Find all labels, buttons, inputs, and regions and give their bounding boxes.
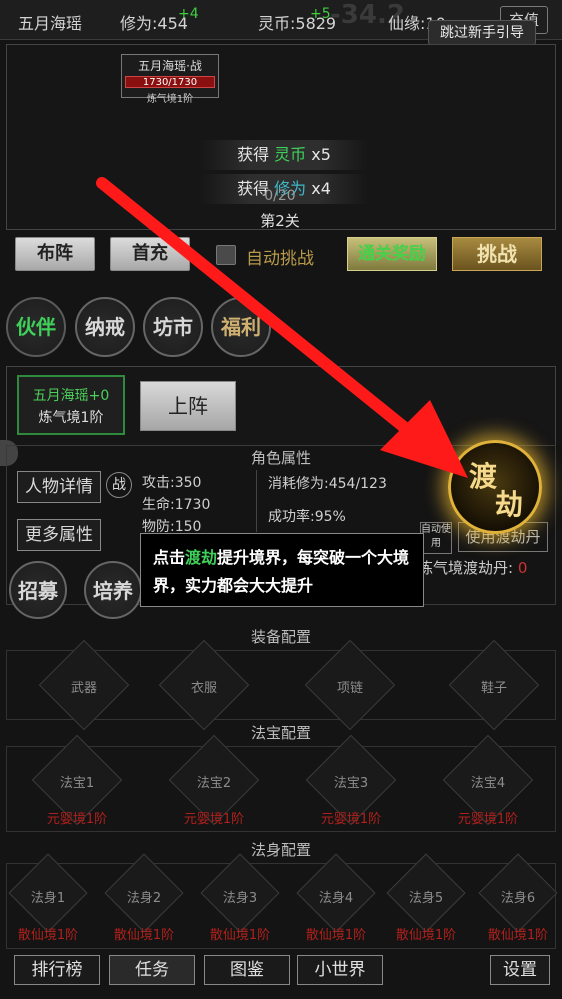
body-label-3: 法身3 bbox=[222, 891, 258, 906]
body-req-6: 散仙境1阶 bbox=[487, 928, 549, 943]
body-req-2: 散仙境1阶 bbox=[113, 928, 175, 943]
treasure-req-3: 元婴境1阶 bbox=[320, 812, 382, 827]
nav-codex[interactable]: 图鉴 bbox=[204, 955, 290, 985]
necklace-label: 项链 bbox=[336, 681, 363, 696]
body-req-1: 散仙境1阶 bbox=[17, 928, 79, 943]
treasure-label-3: 法宝3 bbox=[333, 776, 369, 791]
body-label-5: 法身5 bbox=[408, 891, 444, 906]
body-req-5: 散仙境1阶 bbox=[395, 928, 457, 943]
nav-settings[interactable]: 设置 bbox=[490, 955, 550, 985]
treasure-label-4: 法宝4 bbox=[470, 776, 506, 791]
treasure-label-2: 法宝2 bbox=[196, 776, 232, 791]
nav-small-world[interactable]: 小世界 bbox=[297, 955, 383, 985]
weapon-label: 武器 bbox=[70, 681, 97, 696]
body-title: 法身配置 bbox=[250, 841, 311, 859]
treasure-req-2: 元婴境1阶 bbox=[183, 812, 245, 827]
nav-tasks[interactable]: 任务 bbox=[109, 955, 195, 985]
body-req-3: 散仙境1阶 bbox=[209, 928, 271, 943]
shoes-label: 鞋子 bbox=[480, 681, 507, 696]
body-label-4: 法身4 bbox=[318, 891, 354, 906]
body-req-4: 散仙境1阶 bbox=[305, 928, 367, 943]
treasure-req-1: 元婴境1阶 bbox=[46, 812, 108, 827]
treasure-label-1: 法宝1 bbox=[59, 776, 95, 791]
body-panel bbox=[6, 863, 556, 949]
clothes-label: 衣服 bbox=[190, 681, 217, 696]
nav-leaderboard[interactable]: 排行榜 bbox=[14, 955, 100, 985]
body-label-6: 法身6 bbox=[500, 891, 536, 906]
body-label-2: 法身2 bbox=[126, 891, 162, 906]
body-label-1: 法身1 bbox=[30, 891, 66, 906]
treasure-req-4: 元婴境1阶 bbox=[457, 812, 519, 827]
